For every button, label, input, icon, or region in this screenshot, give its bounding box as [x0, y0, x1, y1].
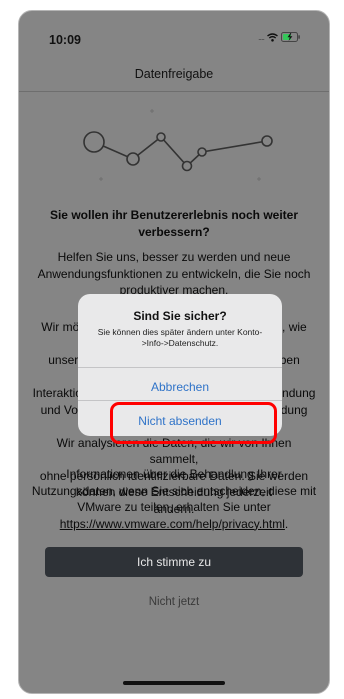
alert-title: Sind Sie sicher? — [133, 309, 227, 323]
phone-screen: 10:09 .... Datenfreigabe Sie wollen ihr … — [18, 10, 330, 694]
home-indicator — [123, 681, 225, 685]
highlight-annotation — [110, 402, 277, 444]
status-time: 10:09 — [49, 33, 81, 47]
header-divider — [19, 91, 329, 92]
status-icons: .... — [258, 32, 301, 42]
intro-paragraph: Helfen Sie uns, besser zu werden und neu… — [37, 250, 311, 297]
alert-divider — [78, 400, 282, 401]
main-heading: Sie wollen ihr Benutzererlebnis noch wei… — [49, 208, 299, 239]
alert-message: Sie können dies später ändern unter Kont… — [97, 327, 263, 348]
cancel-button[interactable]: Abbrechen — [78, 380, 282, 394]
alert-divider — [78, 367, 282, 368]
privacy-policy-link[interactable]: https://www.vmware.com/help/privacy.html — [60, 517, 285, 531]
privacy-info-text: Informationen über die Behandlung Ihrer … — [31, 467, 317, 514]
agree-button[interactable]: Ich stimme zu — [45, 547, 303, 577]
wifi-icon — [267, 32, 278, 42]
page-title: Datenfreigabe — [134, 67, 214, 81]
battery-charging-icon — [281, 32, 300, 42]
signal-icon: .... — [257, 32, 265, 42]
status-bar: 10:09 .... — [19, 11, 329, 55]
privacy-link-suffix: . — [284, 516, 289, 531]
network-illustration — [83, 109, 273, 181]
privacy-info-paragraph: Informationen über die Behandlung Ihrer … — [31, 466, 317, 532]
not-now-button[interactable]: Nicht jetzt — [19, 596, 329, 608]
